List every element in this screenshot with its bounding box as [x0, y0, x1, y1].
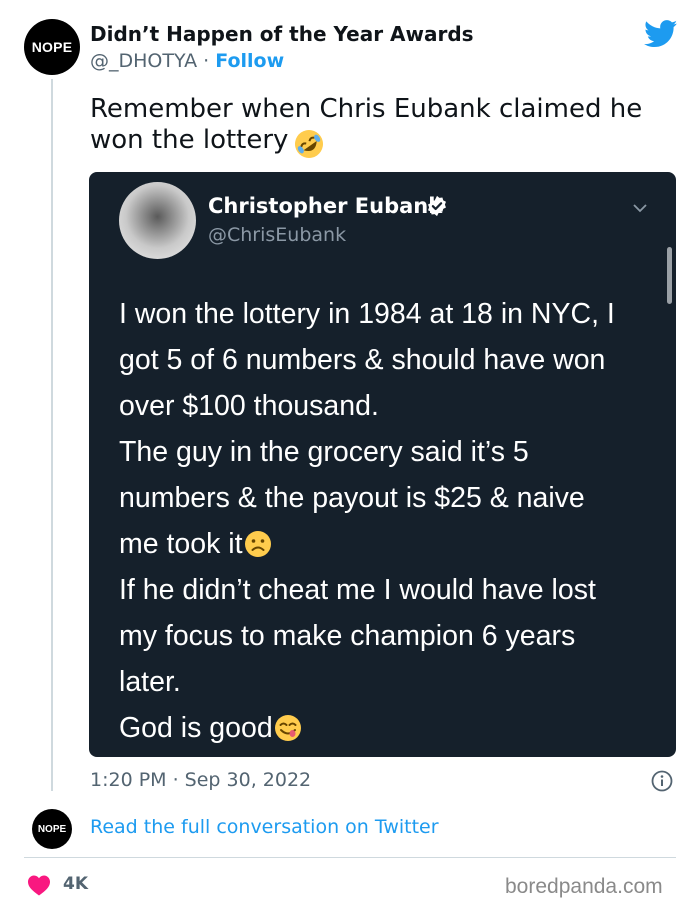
embedded-author-avatar[interactable]: [119, 182, 196, 259]
author-avatar[interactable]: NOPE: [24, 19, 80, 75]
embedded-tweet[interactable]: Christopher Eubank @ChrisEubank I won th…: [89, 172, 676, 757]
tweet-text: Remember when Chris Eubank claimed he wo…: [90, 94, 670, 156]
verified-badge-icon: [428, 195, 446, 217]
embedded-text-line: numbers & the payout is $25 & naive: [119, 482, 585, 514]
face-savoring-food-emoji-icon: [274, 715, 301, 741]
author-meta: @_DHOTYA · Follow: [90, 50, 284, 72]
author-handle[interactable]: @_DHOTYA: [90, 50, 197, 72]
twitter-bird-icon[interactable]: [644, 20, 678, 48]
embedded-text-line: The guy in the grocery said it’s 5: [119, 436, 529, 468]
frowning-face-emoji-icon: [244, 531, 271, 557]
reply-avatar[interactable]: NOPE: [32, 809, 72, 849]
embedded-text-line: my focus to make champion 6 years: [119, 620, 576, 652]
heart-icon[interactable]: [27, 874, 51, 896]
embedded-text-fragment: God is good: [119, 712, 273, 744]
tweet-timestamp[interactable]: 1:20 PM · Sep 30, 2022: [90, 769, 311, 791]
tweet-text-line: Remember when Chris Eubank claimed he: [90, 94, 643, 124]
rolling-laughing-emoji-icon: [295, 130, 323, 158]
read-conversation-link[interactable]: Read the full conversation on Twitter: [90, 816, 439, 838]
info-icon[interactable]: [651, 770, 673, 792]
chevron-down-icon[interactable]: [632, 203, 648, 213]
embedded-text-line: got 5 of 6 numbers & should have won: [119, 344, 606, 376]
meta-separator: ·: [203, 50, 210, 72]
tweet-text-line: won the lottery: [90, 125, 289, 155]
embedded-text-line: I won the lottery in 1984 at 18 in NYC, …: [119, 298, 615, 330]
author-name[interactable]: Didn’t Happen of the Year Awards: [90, 22, 474, 46]
embedded-text-line: over $100 thousand.: [119, 390, 379, 422]
like-count: 4K: [63, 874, 89, 894]
embedded-author-name[interactable]: Christopher Eubank: [208, 194, 442, 218]
embedded-tweet-text: I won the lottery in 1984 at 18 in NYC, …: [119, 291, 659, 751]
follow-button[interactable]: Follow: [215, 50, 284, 72]
embedded-text-line: If he didn’t cheat me I would have lost: [119, 574, 596, 606]
embedded-author-handle[interactable]: @ChrisEubank: [208, 224, 346, 246]
embedded-text-fragment: me took it: [119, 528, 243, 560]
embedded-text-line-with-emoji: me took it: [119, 521, 659, 567]
scrollbar-thumb[interactable]: [667, 247, 672, 304]
divider: [24, 857, 676, 858]
watermark: boredpanda.com: [505, 875, 663, 898]
thread-line: [51, 79, 53, 791]
embedded-text-line: later.: [119, 666, 181, 698]
embedded-text-line-with-emoji: God is good: [119, 705, 659, 751]
